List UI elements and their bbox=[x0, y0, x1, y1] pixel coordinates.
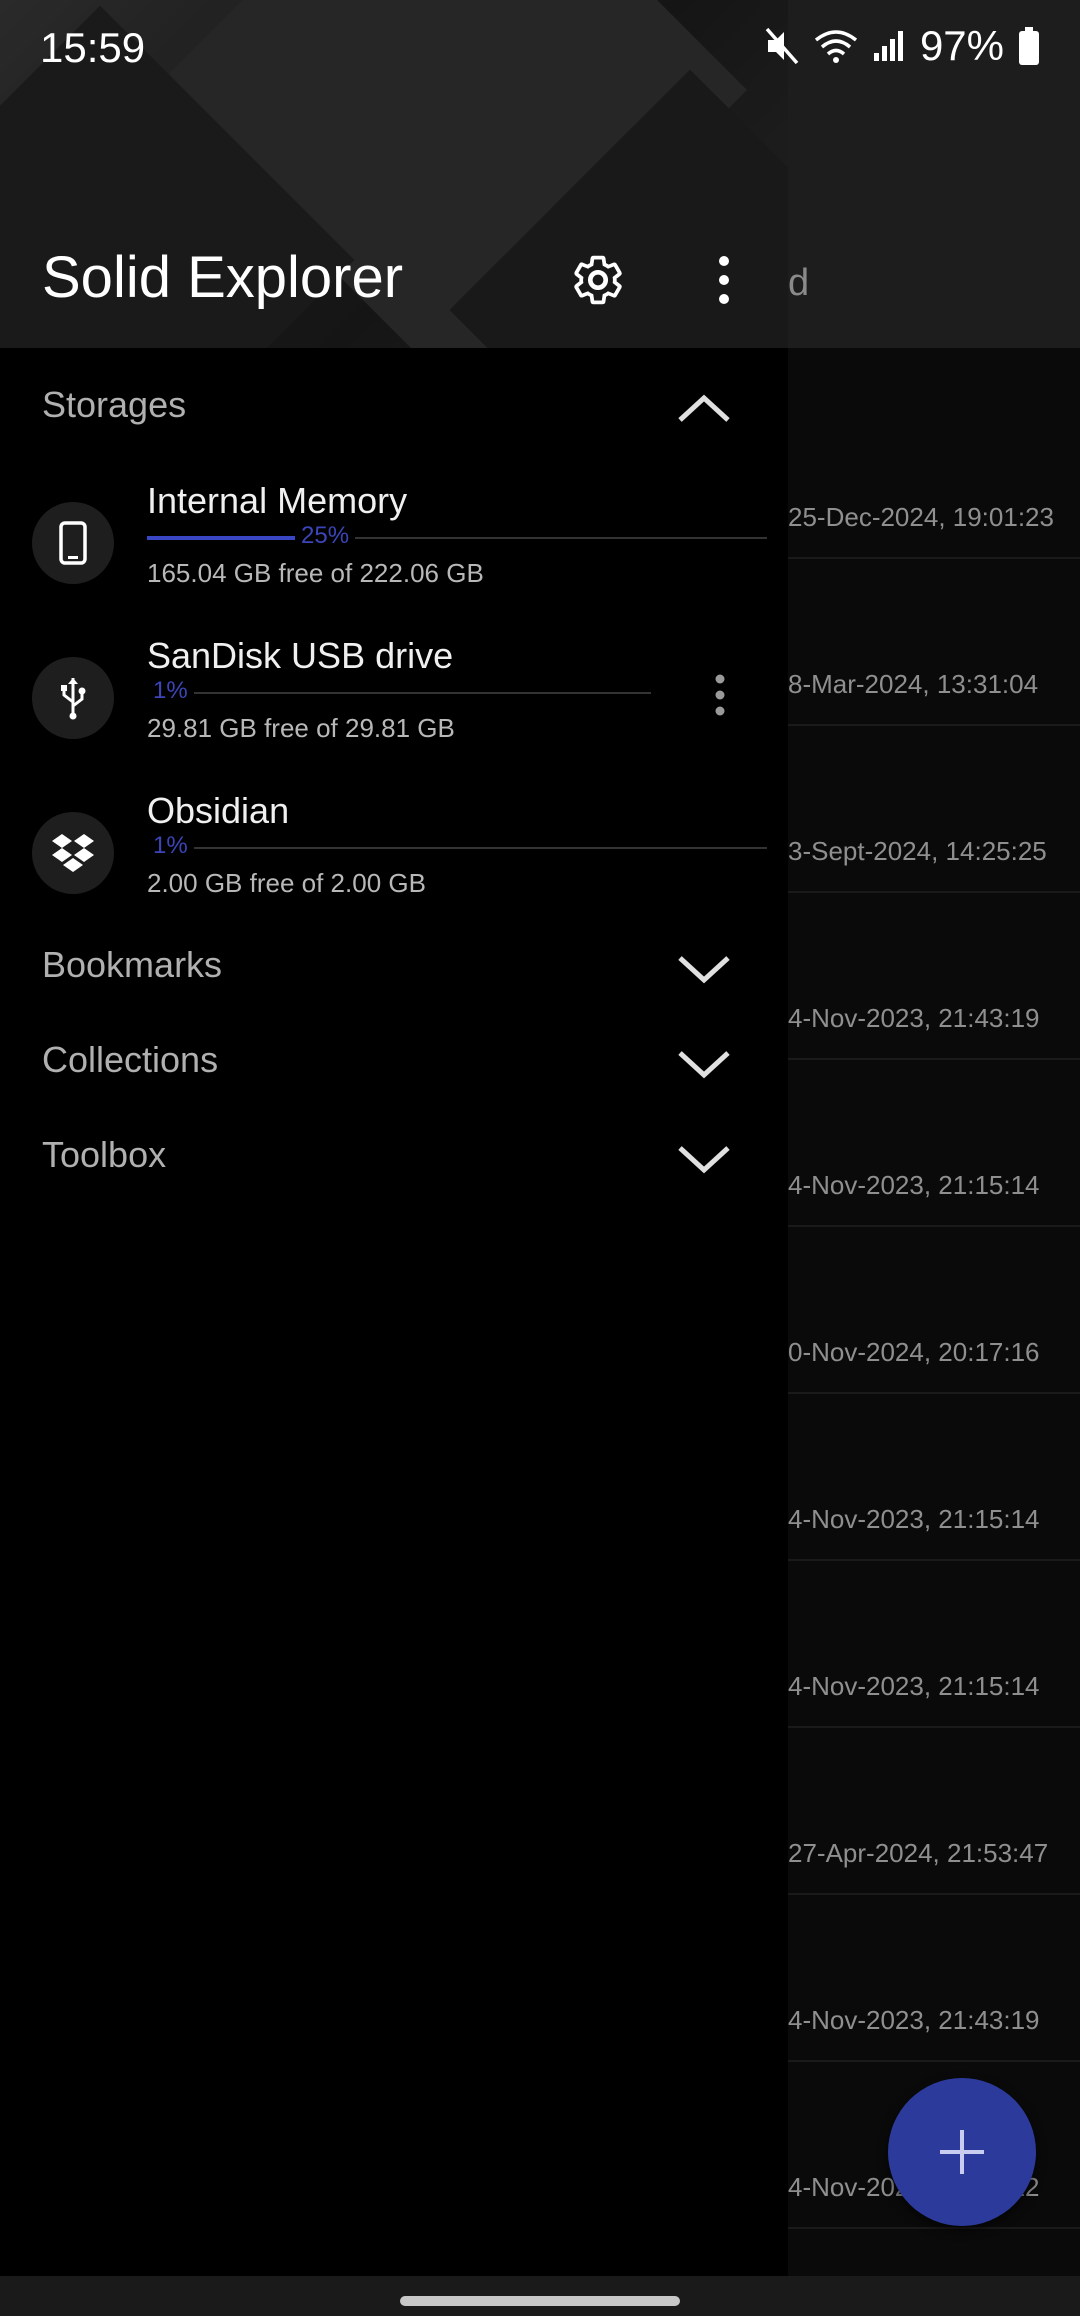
list-item-date: 27-Apr-2024, 21:53:47 bbox=[788, 1838, 1049, 1868]
more-vert-icon bbox=[715, 674, 725, 716]
plus-icon bbox=[940, 2130, 984, 2174]
navigation-drawer: Solid Explorer Storages Internal Memory … bbox=[0, 0, 788, 2276]
list-item[interactable]: 25-Dec-2024, 19:01:23 bbox=[788, 390, 1080, 559]
navigation-bar bbox=[0, 2276, 1080, 2316]
list-item[interactable]: 27-Apr-2024, 21:53:47 bbox=[788, 1726, 1080, 1895]
list-item[interactable]: 4-Nov-2023, 21:15:14 bbox=[788, 1058, 1080, 1227]
list-item[interactable]: 0-Nov-2024, 20:17:16 bbox=[788, 1225, 1080, 1394]
add-fab-button[interactable] bbox=[888, 2078, 1036, 2226]
usage-percent: 25% bbox=[295, 522, 356, 550]
wifi-icon bbox=[814, 30, 858, 63]
section-collections[interactable]: Collections bbox=[0, 1017, 788, 1107]
signal-icon bbox=[873, 31, 903, 61]
status-time: 15:59 bbox=[40, 24, 146, 71]
gear-icon bbox=[574, 255, 622, 305]
list-item-date: 8-Mar-2024, 13:31:04 bbox=[788, 669, 1039, 699]
usage-fill bbox=[147, 536, 297, 540]
app-title: Solid Explorer bbox=[42, 245, 404, 310]
phone-icon bbox=[32, 502, 114, 584]
storage-internal-memory[interactable]: Internal Memory 25% 165.04 GB free of 22… bbox=[0, 472, 788, 622]
list-item[interactable]: 4-Nov-2023, 21:15:14 bbox=[788, 1392, 1080, 1561]
usage-percent: 1% bbox=[147, 677, 194, 705]
usage-bar: 1% bbox=[147, 832, 767, 860]
list-item-date: 4-Nov-2023, 21:15:14 bbox=[788, 1671, 1040, 1701]
battery-icon bbox=[1019, 27, 1039, 65]
section-toolbox[interactable]: Toolbox bbox=[0, 1112, 788, 1202]
list-item[interactable]: 8-Mar-2024, 13:31:04 bbox=[788, 557, 1080, 726]
section-storages[interactable]: Storages bbox=[0, 362, 788, 452]
usage-track bbox=[147, 692, 651, 694]
storage-name: Obsidian bbox=[147, 790, 290, 831]
storage-obsidian[interactable]: Obsidian 1% 2.00 GB free of 2.00 GB bbox=[0, 782, 788, 932]
battery-percent: 97% bbox=[919, 22, 1004, 69]
chevron-down-icon[interactable] bbox=[670, 1033, 738, 1093]
chevron-up-icon[interactable] bbox=[670, 378, 738, 438]
section-label: Collections bbox=[42, 1039, 219, 1080]
chevron-down-icon[interactable] bbox=[670, 1128, 738, 1188]
storage-name: Internal Memory bbox=[147, 480, 408, 521]
usage-track bbox=[147, 847, 767, 849]
list-item[interactable]: 4-Nov-2023, 21:43:19 bbox=[788, 891, 1080, 1060]
usage-percent: 1% bbox=[147, 832, 194, 860]
home-gesture-handle[interactable] bbox=[400, 2296, 680, 2306]
list-item-date: 3-Sept-2024, 14:25:25 bbox=[788, 836, 1047, 866]
status-bar: 15:59 97% bbox=[0, 0, 1080, 100]
list-item-date: 4-Nov-2023, 21:43:19 bbox=[788, 2005, 1040, 2035]
usb-icon bbox=[32, 657, 114, 739]
list-item[interactable]: 4-Nov-2023, 21:43:19 bbox=[788, 1893, 1080, 2062]
overflow-menu-button[interactable] bbox=[684, 240, 764, 320]
section-label: Bookmarks bbox=[42, 944, 223, 985]
list-item-date: 4-Nov-2023, 21:15:14 bbox=[788, 1170, 1040, 1200]
storage-sandisk-usb[interactable]: SanDisk USB drive 1% 29.81 GB free of 29… bbox=[0, 627, 788, 777]
column-header-fragment: d bbox=[788, 262, 810, 304]
chevron-down-icon[interactable] bbox=[670, 938, 738, 998]
storage-name: SanDisk USB drive bbox=[147, 635, 454, 676]
settings-button[interactable] bbox=[558, 240, 638, 320]
section-label: Toolbox bbox=[42, 1134, 167, 1175]
list-item[interactable]: 4-Nov-2023, 21:15:14 bbox=[788, 1559, 1080, 1728]
status-icons: 97% bbox=[764, 22, 1040, 70]
list-item-date: 4-Nov-2023, 21:43:19 bbox=[788, 1003, 1040, 1033]
storage-free-text: 29.81 GB free of 29.81 GB bbox=[147, 713, 455, 743]
storage-free-text: 2.00 GB free of 2.00 GB bbox=[147, 868, 426, 898]
section-bookmarks[interactable]: Bookmarks bbox=[0, 922, 788, 1012]
list-item-date: 4-Nov-2023, 21:15:14 bbox=[788, 1504, 1040, 1534]
list-item-date: 25-Dec-2024, 19:01:23 bbox=[788, 502, 1054, 532]
storage-free-text: 165.04 GB free of 222.06 GB bbox=[147, 558, 484, 588]
storage-more-button[interactable] bbox=[688, 663, 752, 727]
usage-bar: 25% bbox=[147, 522, 767, 550]
list-item-date: 0-Nov-2024, 20:17:16 bbox=[788, 1337, 1040, 1367]
list-item[interactable]: 3-Sept-2024, 14:25:25 bbox=[788, 724, 1080, 893]
more-vert-icon bbox=[719, 256, 729, 304]
section-label: Storages bbox=[42, 384, 187, 425]
dropbox-icon bbox=[32, 812, 114, 894]
mute-icon bbox=[765, 27, 799, 65]
usage-bar: 1% bbox=[147, 677, 651, 705]
